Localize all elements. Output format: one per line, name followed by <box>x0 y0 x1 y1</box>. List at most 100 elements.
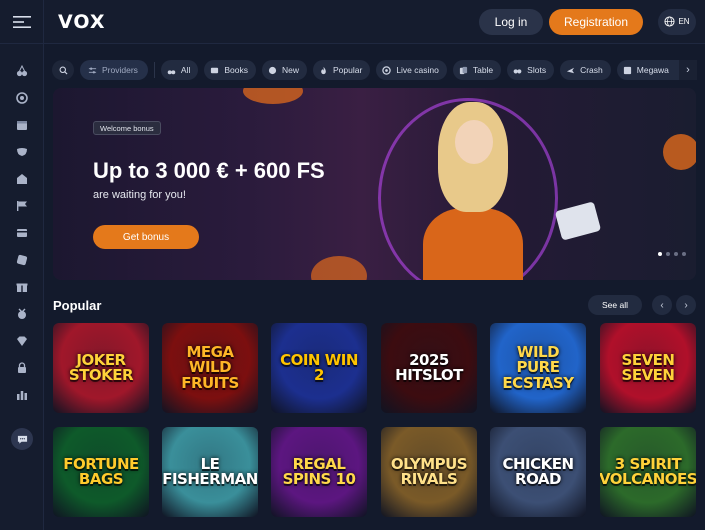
sidebar <box>0 44 44 530</box>
game-tile[interactable]: 3 SPIRIT VOLCANOES <box>600 427 696 517</box>
sidebar-item-promo[interactable] <box>15 226 29 240</box>
game-tile[interactable]: LE FISHERMAN <box>162 427 258 517</box>
pagination-dot[interactable] <box>666 252 670 256</box>
category-label: Slots <box>527 65 547 75</box>
fire-icon <box>321 66 326 74</box>
search-button[interactable] <box>52 60 74 80</box>
game-tile[interactable]: WILD PURE ECSTASY <box>490 323 586 413</box>
game-title: WILD PURE ECSTASY <box>502 343 574 392</box>
search-icon <box>59 66 68 75</box>
hamburger-icon <box>12 15 31 28</box>
banner-pagination <box>658 252 686 256</box>
category-all[interactable]: All <box>160 60 199 80</box>
sidebar-item-vip[interactable] <box>15 307 29 321</box>
game-tile[interactable]: 2025 HITSLOT <box>381 323 477 413</box>
welcome-bonus-badge: Welcome bonus <box>93 121 161 135</box>
card-icon <box>17 229 27 237</box>
chip-icon <box>382 65 392 75</box>
category-new[interactable]: New <box>261 60 307 80</box>
registration-button[interactable]: Registration <box>549 8 643 35</box>
category-slots[interactable]: Slots <box>507 60 555 80</box>
diamond-icon <box>17 336 27 346</box>
get-bonus-button[interactable]: Get bonus <box>93 225 199 249</box>
menu-toggle-button[interactable] <box>0 0 44 44</box>
category-label: All <box>180 65 191 75</box>
game-title: COIN WIN 2 <box>280 350 358 384</box>
chat-button[interactable] <box>11 428 33 450</box>
language-selector[interactable]: EN <box>658 8 696 35</box>
globe-icon <box>664 16 675 27</box>
sidebar-item-gifts[interactable] <box>15 280 29 294</box>
game-title: REGAL SPINS 10 <box>282 454 356 488</box>
game-tile[interactable]: MEGA WILD FRUITS <box>162 323 258 413</box>
game-tile[interactable]: SEVEN SEVEN <box>600 323 696 413</box>
top-header: VOX Log in Registration EN <box>0 0 705 44</box>
flag-icon <box>17 201 27 211</box>
chevron-right-icon: › <box>684 299 688 311</box>
game-title: CHICKEN ROAD <box>502 454 574 488</box>
badge-icon <box>268 66 277 74</box>
lock-icon <box>18 362 26 373</box>
plane-icon <box>566 67 575 73</box>
category-label: New <box>281 65 299 75</box>
category-table[interactable]: Table <box>452 60 502 80</box>
category-label: Popular <box>333 65 363 75</box>
game-tile[interactable]: JOKER STOKER <box>53 323 149 413</box>
book-icon <box>211 67 219 73</box>
game-title: FORTUNE BAGS <box>63 454 139 488</box>
login-button[interactable]: Log in <box>479 8 543 35</box>
category-live-casino[interactable]: Live casino <box>376 60 447 80</box>
sidebar-item-stats[interactable] <box>15 388 29 402</box>
game-tile[interactable]: CHICKEN ROAD <box>490 427 586 517</box>
sliders-icon <box>88 67 97 73</box>
mask-icon <box>17 148 27 156</box>
slots-icon <box>513 68 522 73</box>
sidebar-item-shop[interactable] <box>15 172 29 186</box>
carousel-next-button[interactable]: › <box>676 295 696 315</box>
category-label: Books <box>224 65 248 75</box>
category-crash[interactable]: Crash <box>560 60 611 80</box>
chevron-right-icon: › <box>686 64 690 76</box>
category-books[interactable]: Books <box>204 60 256 80</box>
game-tile[interactable]: OLYMPUS RIVALS <box>381 427 477 517</box>
sidebar-item-diamond[interactable] <box>15 334 29 348</box>
hostess-face-image <box>455 120 493 164</box>
sidebar-item-dice[interactable] <box>15 253 29 267</box>
pagination-dot[interactable] <box>674 252 678 256</box>
chat-icon <box>17 435 27 444</box>
providers-button[interactable]: Providers <box>80 60 148 80</box>
game-title: MEGA WILD FRUITS <box>181 343 239 392</box>
megaways-icon <box>623 66 631 74</box>
category-label: Megawa <box>636 65 669 75</box>
game-title: OLYMPUS RIVALS <box>390 454 468 488</box>
game-title: JOKER STOKER <box>68 350 134 384</box>
chip-icon <box>16 92 28 104</box>
filter-scroll-right-button[interactable]: › <box>679 60 697 80</box>
cherries-icon <box>167 69 176 74</box>
cards-icon <box>459 66 467 74</box>
poker-chip-image <box>243 88 303 104</box>
vox-logo[interactable]: VOX <box>58 11 106 33</box>
sidebar-item-lock[interactable] <box>15 361 29 375</box>
sidebar-item-fruits[interactable] <box>15 64 29 78</box>
carousel-prev-button[interactable]: ‹ <box>652 295 672 315</box>
sidebar-item-mask[interactable] <box>15 145 29 159</box>
pagination-dot[interactable] <box>682 252 686 256</box>
providers-label: Providers <box>102 65 138 75</box>
game-tile[interactable]: REGAL SPINS 10 <box>271 427 367 517</box>
pagination-dot[interactable] <box>658 252 662 256</box>
game-tile[interactable]: COIN WIN 2 <box>271 323 367 413</box>
poker-chip-image <box>311 256 367 280</box>
cherries-icon <box>16 65 28 77</box>
banner-subline: are waiting for you! <box>93 189 186 201</box>
promo-banner[interactable]: Welcome bonus Up to 3 000 € + 600 FS are… <box>53 88 696 280</box>
see-all-button[interactable]: See all <box>588 295 642 315</box>
bar-chart-icon <box>17 391 27 400</box>
sidebar-item-tournaments[interactable] <box>15 199 29 213</box>
game-tile[interactable]: FORTUNE BAGS <box>53 427 149 517</box>
sidebar-item-live[interactable] <box>15 91 29 105</box>
category-popular[interactable]: Popular <box>313 60 371 80</box>
game-title: LE FISHERMAN <box>162 454 258 488</box>
sidebar-item-calendar[interactable] <box>15 118 29 132</box>
category-filter-bar: Providers All Books New Popular Live cas… <box>52 58 697 82</box>
